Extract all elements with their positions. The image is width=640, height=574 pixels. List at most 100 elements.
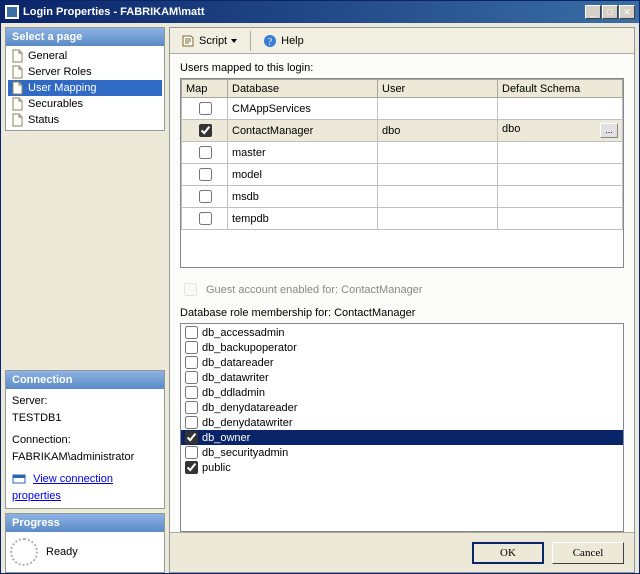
role-membership-label: Database role membership for: ContactMan… bbox=[180, 307, 624, 319]
role-checkbox[interactable] bbox=[185, 341, 198, 354]
page-icon bbox=[10, 81, 24, 95]
role-name: db_accessadmin bbox=[202, 327, 285, 339]
guest-enabled-label: Guest account enabled for: ContactManage… bbox=[206, 284, 422, 296]
connection-value: FABRIKAM\administrator bbox=[12, 449, 158, 466]
sidebar-item-label: Securables bbox=[28, 98, 83, 110]
cell-schema bbox=[498, 98, 623, 120]
window-title: Login Properties - FABRIKAM\matt bbox=[23, 6, 585, 18]
role-checkbox[interactable] bbox=[185, 461, 198, 474]
users-mapped-label: Users mapped to this login: bbox=[180, 62, 624, 74]
role-name: db_backupoperator bbox=[202, 342, 297, 354]
map-checkbox[interactable] bbox=[199, 190, 212, 203]
role-list[interactable]: db_accessadmin db_backupoperator db_datare… bbox=[180, 323, 624, 532]
role-item[interactable]: db_backupoperator bbox=[181, 340, 623, 355]
chevron-down-icon bbox=[231, 37, 238, 44]
sidebar-item-server-roles[interactable]: Server Roles bbox=[8, 64, 162, 80]
role-name: db_denydatawriter bbox=[202, 417, 293, 429]
user-mapping-grid[interactable]: Map Database User Default Schema CMAppSe… bbox=[180, 78, 624, 268]
ok-button[interactable]: OK bbox=[472, 542, 544, 564]
maximize-button[interactable]: □ bbox=[602, 5, 618, 19]
sidebar-item-status[interactable]: Status bbox=[8, 112, 162, 128]
sidebar-item-general[interactable]: General bbox=[8, 48, 162, 64]
server-value: TESTDB1 bbox=[12, 410, 158, 427]
sidebar-item-label: Server Roles bbox=[28, 66, 92, 78]
cell-schema bbox=[498, 186, 623, 208]
role-name: db_securityadmin bbox=[202, 447, 288, 459]
close-button[interactable]: ✕ bbox=[619, 5, 635, 19]
table-row[interactable]: model bbox=[182, 164, 623, 186]
sidebar-item-label: General bbox=[28, 50, 67, 62]
role-item[interactable]: db_datareader bbox=[181, 355, 623, 370]
role-name: public bbox=[202, 462, 231, 474]
sidebar-item-user-mapping[interactable]: User Mapping bbox=[8, 80, 162, 96]
role-checkbox[interactable] bbox=[185, 371, 198, 384]
cell-user bbox=[378, 208, 498, 230]
page-icon bbox=[10, 49, 24, 63]
progress-spinner-icon bbox=[10, 538, 38, 566]
role-checkbox[interactable] bbox=[185, 386, 198, 399]
map-checkbox[interactable] bbox=[199, 168, 212, 181]
svg-text:?: ? bbox=[268, 37, 273, 48]
col-user[interactable]: User bbox=[378, 80, 498, 98]
cell-user bbox=[378, 142, 498, 164]
map-checkbox[interactable] bbox=[199, 146, 212, 159]
cancel-button[interactable]: Cancel bbox=[552, 542, 624, 564]
table-row[interactable]: CMAppServices bbox=[182, 98, 623, 120]
role-name: db_denydatareader bbox=[202, 402, 297, 414]
cell-user bbox=[378, 98, 498, 120]
col-database[interactable]: Database bbox=[228, 80, 378, 98]
col-default-schema[interactable]: Default Schema bbox=[498, 80, 623, 98]
map-checkbox[interactable] bbox=[199, 102, 212, 115]
select-page-header: Select a page bbox=[6, 28, 164, 46]
schema-browse-button[interactable]: ... bbox=[600, 123, 618, 138]
cell-database: master bbox=[228, 142, 378, 164]
page-icon bbox=[10, 65, 24, 79]
cell-schema bbox=[498, 142, 623, 164]
map-checkbox[interactable] bbox=[199, 212, 212, 225]
view-connection-properties-link[interactable]: View connection properties bbox=[12, 473, 113, 502]
role-checkbox[interactable] bbox=[185, 446, 198, 459]
cell-user bbox=[378, 164, 498, 186]
role-checkbox[interactable] bbox=[185, 326, 198, 339]
server-label: Server: bbox=[12, 393, 158, 410]
table-row[interactable]: msdb bbox=[182, 186, 623, 208]
role-item[interactable]: db_denydatawriter bbox=[181, 415, 623, 430]
role-item[interactable]: db_datawriter bbox=[181, 370, 623, 385]
col-map[interactable]: Map bbox=[182, 80, 228, 98]
script-icon bbox=[181, 34, 195, 48]
cell-database: msdb bbox=[228, 186, 378, 208]
cell-database: model bbox=[228, 164, 378, 186]
role-checkbox[interactable] bbox=[185, 431, 198, 444]
role-checkbox[interactable] bbox=[185, 416, 198, 429]
minimize-button[interactable]: _ bbox=[585, 5, 601, 19]
map-checkbox[interactable] bbox=[199, 124, 212, 137]
help-button[interactable]: ? Help bbox=[256, 31, 311, 51]
sidebar-item-label: User Mapping bbox=[28, 82, 96, 94]
app-icon bbox=[5, 5, 19, 19]
role-item[interactable]: public bbox=[181, 460, 623, 475]
role-item[interactable]: db_owner bbox=[181, 430, 623, 445]
progress-status: Ready bbox=[46, 546, 78, 558]
role-item[interactable]: db_denydatareader bbox=[181, 400, 623, 415]
connection-properties-icon bbox=[12, 472, 26, 486]
role-checkbox[interactable] bbox=[185, 401, 198, 414]
role-name: db_datareader bbox=[202, 357, 274, 369]
page-icon bbox=[10, 113, 24, 127]
cell-database: ContactManager bbox=[228, 120, 378, 142]
cell-schema: dbo... bbox=[498, 120, 623, 142]
role-name: db_ddladmin bbox=[202, 387, 265, 399]
titlebar: Login Properties - FABRIKAM\matt _ □ ✕ bbox=[1, 1, 639, 23]
role-item[interactable]: db_securityadmin bbox=[181, 445, 623, 460]
script-button[interactable]: Script bbox=[174, 31, 245, 51]
role-name: db_owner bbox=[202, 432, 250, 444]
table-row[interactable]: master bbox=[182, 142, 623, 164]
table-row[interactable]: ContactManagerdbodbo... bbox=[182, 120, 623, 142]
cell-database: CMAppServices bbox=[228, 98, 378, 120]
role-item[interactable]: db_accessadmin bbox=[181, 325, 623, 340]
role-name: db_datawriter bbox=[202, 372, 269, 384]
table-row[interactable]: tempdb bbox=[182, 208, 623, 230]
role-item[interactable]: db_ddladmin bbox=[181, 385, 623, 400]
role-checkbox[interactable] bbox=[185, 356, 198, 369]
sidebar-item-securables[interactable]: Securables bbox=[8, 96, 162, 112]
cell-user: dbo bbox=[378, 120, 498, 142]
